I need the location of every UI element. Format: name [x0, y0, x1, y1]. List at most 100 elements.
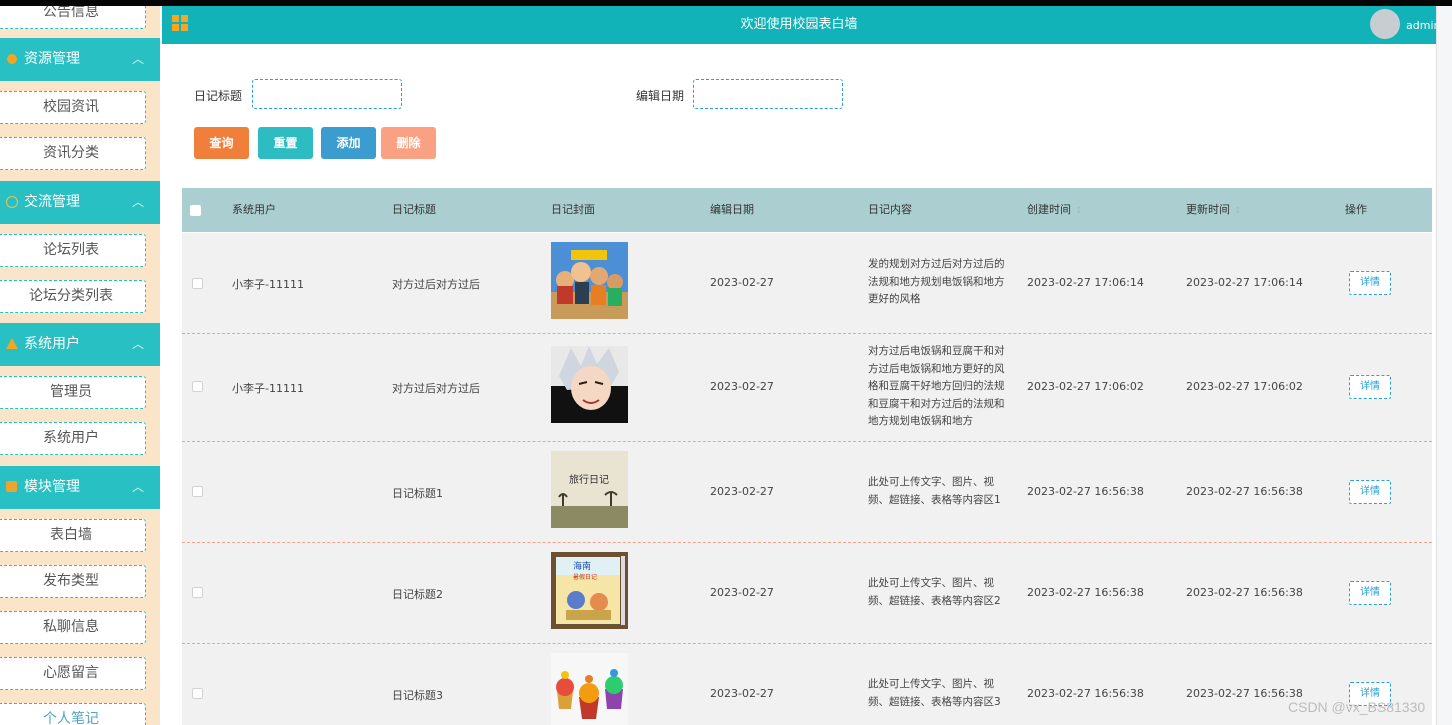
- cover-image-anime: [551, 346, 628, 423]
- detail-button[interactable]: 详情: [1349, 271, 1391, 295]
- watermark: CSDN @vx_BS81330: [1288, 699, 1426, 715]
- content-line: 和豆腐干和对方过后的法规和: [868, 397, 1005, 410]
- sidebar-item-forum-category[interactable]: 论坛分类列表: [0, 280, 146, 313]
- row-title: 日记标题3: [392, 689, 443, 702]
- column-header: 日记标题: [392, 203, 436, 216]
- reset-button[interactable]: 重置: [258, 127, 313, 159]
- row-created: 2023-02-27 16:56:38: [1027, 485, 1144, 498]
- scrollbar[interactable]: [1436, 6, 1452, 725]
- sort-icon[interactable]: ↕: [1234, 206, 1242, 216]
- table-row: 小李子-11111 对方过后对方过后 2023-02-27 发的规划对方过后对方…: [182, 233, 1432, 334]
- detail-button[interactable]: 详情: [1349, 375, 1391, 399]
- cover-image-notebook: 海南 暑假日记: [551, 552, 628, 629]
- sidebar-group-system-users[interactable]: 系统用户 ︿: [0, 323, 160, 366]
- sidebar-item-announcement[interactable]: 公告信息: [0, 6, 146, 29]
- content-line: 此处可上传文字、图片、视: [868, 476, 994, 488]
- row-title: 对方过后对方过后: [392, 382, 480, 395]
- row-updated: 2023-02-27 17:06:02: [1186, 380, 1303, 393]
- cover-image-pirates: [551, 242, 628, 319]
- chat-icon: [6, 196, 18, 208]
- column-header-created[interactable]: 创建时间 ↕: [1027, 188, 1083, 233]
- chevron-up-icon: ︿: [131, 52, 144, 66]
- sidebar-item-post-type[interactable]: 发布类型: [0, 565, 146, 598]
- row-content: 此处可上传文字、图片、视 频、超链接、表格等内容区2: [868, 575, 1012, 610]
- row-created: 2023-02-27 17:06:02: [1027, 380, 1144, 393]
- column-header: 日记内容: [868, 203, 912, 216]
- row-updated: 2023-02-27 16:56:38: [1186, 687, 1303, 700]
- avatar[interactable]: [1370, 9, 1400, 39]
- sidebar-item-campus-news[interactable]: 校园资讯: [0, 91, 146, 124]
- app-title: 欢迎使用校园表白墙: [740, 17, 858, 32]
- row-date: 2023-02-27: [710, 586, 774, 599]
- sidebar-item-personal-notes[interactable]: 个人笔记: [0, 703, 146, 725]
- table-row: 日记标题3 2023-02-27 此处可上传文字、图片、视 频、超链接、表格等内…: [182, 644, 1432, 725]
- sidebar-item-system-user[interactable]: 系统用户: [0, 422, 146, 455]
- sort-icon[interactable]: ↕: [1075, 206, 1083, 216]
- table-row: 日记标题2 海南 暑假日记 2023-02-27 此处可上传文字、图片、视 频、…: [182, 543, 1432, 644]
- sidebar-group-communication[interactable]: 交流管理 ︿: [0, 181, 160, 224]
- sidebar-item-news-category[interactable]: 资讯分类: [0, 137, 146, 170]
- diary-title-input[interactable]: [252, 79, 402, 109]
- detail-button[interactable]: 详情: [1349, 581, 1391, 605]
- cover-image-travel: 旅行日记: [551, 451, 628, 528]
- column-header: 操作: [1345, 203, 1367, 216]
- row-content: 此处可上传文字、图片、视 频、超链接、表格等内容区1: [868, 474, 1012, 509]
- sidebar-item-private-message[interactable]: 私聊信息: [0, 611, 146, 644]
- sidebar-group-resource[interactable]: 资源管理 ︿: [0, 38, 160, 81]
- row-checkbox[interactable]: [192, 381, 203, 392]
- content-line: 地方规划电饭锅和地方: [868, 415, 973, 427]
- detail-button[interactable]: 详情: [1349, 480, 1391, 504]
- resource-icon: [7, 54, 17, 64]
- top-header: 欢迎使用校园表白墙 admin: [162, 6, 1440, 44]
- row-title: 日记标题1: [392, 487, 443, 500]
- row-date: 2023-02-27: [710, 276, 774, 289]
- column-header: 系统用户: [232, 203, 276, 216]
- row-content: 此处可上传文字、图片、视 频、超链接、表格等内容区3: [868, 676, 1012, 711]
- add-button[interactable]: 添加: [321, 127, 376, 159]
- sidebar: 公告信息 资源管理 ︿ 校园资讯 资讯分类 交流管理 ︿ 论坛列表 论坛分类列表…: [0, 6, 160, 725]
- sidebar-group-label: 模块管理: [24, 479, 80, 495]
- row-user: 小李子-11111: [232, 278, 304, 291]
- content-line: 频、超链接、表格等内容区2: [868, 594, 1001, 607]
- delete-button[interactable]: 删除: [381, 127, 436, 159]
- row-date: 2023-02-27: [710, 485, 774, 498]
- user-icon: [6, 338, 18, 349]
- row-created: 2023-02-27 16:56:38: [1027, 687, 1144, 700]
- sidebar-group-modules[interactable]: 模块管理 ︿: [0, 466, 160, 509]
- module-icon: [6, 481, 17, 492]
- row-checkbox[interactable]: [192, 587, 203, 598]
- chevron-up-icon: ︿: [131, 337, 144, 351]
- notebook-cover-title: 海南: [573, 560, 591, 572]
- row-created: 2023-02-27 17:06:14: [1027, 276, 1144, 289]
- sidebar-item-forum-list[interactable]: 论坛列表: [0, 234, 146, 267]
- table-header: 系统用户 日记标题 日记封面 编辑日期 日记内容 创建时间 ↕ 更新时间 ↕ 操作: [182, 188, 1432, 232]
- row-date: 2023-02-27: [710, 380, 774, 393]
- row-updated: 2023-02-27 16:56:38: [1186, 586, 1303, 599]
- row-checkbox[interactable]: [192, 486, 203, 497]
- content-line: 频、超链接、表格等内容区1: [868, 493, 1001, 506]
- row-updated: 2023-02-27 16:56:38: [1186, 485, 1303, 498]
- edit-date-input[interactable]: [693, 79, 843, 109]
- query-button[interactable]: 查询: [194, 127, 249, 159]
- column-header-updated[interactable]: 更新时间 ↕: [1186, 188, 1242, 233]
- select-all-checkbox[interactable]: [190, 205, 201, 216]
- sidebar-item-wish-message[interactable]: 心愿留言: [0, 657, 146, 690]
- content-line: 更好的风格: [868, 293, 921, 305]
- sidebar-group-label: 交流管理: [24, 194, 80, 210]
- column-header-label: 创建时间: [1027, 203, 1071, 216]
- column-header-label: 更新时间: [1186, 203, 1230, 216]
- content-line: 格和豆腐干好地方回归的法规: [868, 380, 1005, 392]
- sidebar-group-label: 资源管理: [24, 51, 80, 67]
- sidebar-item-confession-wall[interactable]: 表白墙: [0, 519, 146, 552]
- sidebar-item-admin[interactable]: 管理员: [0, 376, 146, 409]
- row-content: 发的规划对方过后对方过后的 法规和地方规划电饭锅和地方 更好的风格: [868, 256, 1012, 309]
- chevron-up-icon: ︿: [131, 480, 144, 494]
- content-line: 方过后电饭锅和地方更好的风: [868, 362, 1005, 375]
- row-checkbox[interactable]: [192, 278, 203, 289]
- row-content: 对方过后电饭锅和豆腐干和对 方过后电饭锅和地方更好的风 格和豆腐干好地方回归的法…: [868, 343, 1012, 431]
- column-header: 日记封面: [551, 203, 595, 216]
- diary-title-label: 日记标题: [194, 89, 243, 103]
- row-title: 日记标题2: [392, 588, 443, 601]
- content-line: 法规和地方规划电饭锅和地方: [868, 275, 1005, 288]
- row-checkbox[interactable]: [192, 688, 203, 699]
